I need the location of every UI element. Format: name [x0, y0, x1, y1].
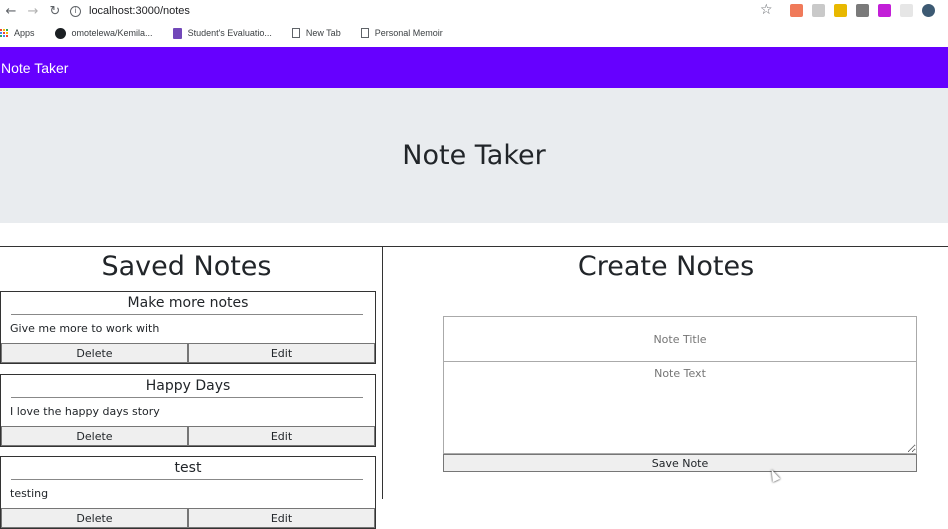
bookmark-evaluation[interactable]: Student's Evaluatio...	[172, 27, 272, 39]
bookmark-apps[interactable]: Apps	[0, 28, 35, 38]
note-title-input[interactable]	[443, 316, 917, 362]
delete-button[interactable]: Delete	[1, 426, 188, 446]
app-navbar: Note Taker	[0, 47, 948, 88]
note-title: Make more notes	[127, 295, 249, 311]
back-icon[interactable]: ←	[0, 0, 22, 22]
reload-icon[interactable]: ↻	[44, 0, 66, 22]
extension-icon[interactable]	[790, 4, 803, 17]
bookmark-label: Apps	[14, 28, 35, 38]
extension-icon[interactable]	[900, 4, 913, 17]
extension-icon[interactable]	[834, 4, 847, 17]
edit-button[interactable]: Edit	[188, 508, 375, 528]
page-title: Note Taker	[402, 140, 546, 171]
forms-icon	[172, 27, 182, 39]
browser-toolbar: ← → ↻ i localhost:3000/notes ☆	[0, 0, 948, 22]
note-text: I love the happy days story	[10, 405, 160, 418]
saved-notes-heading: Saved Notes	[101, 251, 272, 282]
page-icon	[291, 28, 300, 38]
note-card: Happy Days I love the happy days story D…	[0, 374, 376, 447]
jumbotron: Note Taker	[0, 88, 948, 223]
main-content: Saved Notes Make more notes Give me more…	[0, 246, 948, 529]
note-card: Make more notes Give me more to work wit…	[0, 291, 376, 364]
note-title: Happy Days	[145, 378, 231, 394]
info-icon[interactable]: i	[70, 5, 81, 17]
bookmark-star-icon[interactable]: ☆	[760, 2, 773, 18]
delete-button[interactable]: Delete	[1, 343, 188, 363]
bookmark-label: omotelewa/Kemila...	[71, 28, 153, 38]
extension-icon[interactable]	[856, 4, 869, 17]
bookmark-label: Personal Memoir	[374, 28, 443, 38]
page-icon	[360, 28, 369, 38]
forward-icon[interactable]: →	[22, 0, 44, 22]
bookmark-personal-memoir[interactable]: Personal Memoir	[360, 28, 443, 38]
bookmark-label: New Tab	[305, 28, 341, 38]
note-actions: Delete Edit	[1, 426, 375, 446]
address-bar[interactable]: i localhost:3000/notes	[70, 0, 790, 22]
save-note-button[interactable]: Save Note	[443, 454, 917, 472]
create-notes-column: Create Notes Save Note	[384, 247, 948, 499]
extension-icons	[790, 4, 935, 17]
note-title: test	[174, 460, 202, 476]
extension-icon[interactable]	[812, 4, 825, 17]
navbar-brand[interactable]: Note Taker	[1, 60, 68, 76]
saved-notes-column: Saved Notes Make more notes Give me more…	[0, 247, 383, 529]
bookmark-label: Student's Evaluatio...	[187, 28, 272, 38]
bookmark-new-tab[interactable]: New Tab	[291, 28, 341, 38]
create-note-form: Save Note	[443, 316, 917, 472]
edit-button[interactable]: Edit	[188, 426, 375, 446]
bookmarks-bar: Apps omotelewa/Kemila... Student's Evalu…	[0, 22, 948, 44]
github-icon	[54, 27, 66, 39]
note-actions: Delete Edit	[1, 508, 375, 528]
extension-icon[interactable]	[878, 4, 891, 17]
create-notes-heading: Create Notes	[577, 251, 755, 282]
note-text: Give me more to work with	[10, 322, 160, 335]
profile-avatar-icon[interactable]	[922, 4, 935, 17]
note-text: testing	[10, 487, 49, 500]
note-text-input[interactable]	[443, 362, 917, 454]
url-text[interactable]: localhost:3000/notes	[89, 5, 190, 17]
note-actions: Delete Edit	[1, 343, 375, 363]
bookmark-github[interactable]: omotelewa/Kemila...	[54, 27, 153, 39]
apps-grid-icon	[0, 29, 8, 37]
delete-button[interactable]: Delete	[1, 508, 188, 528]
edit-button[interactable]: Edit	[188, 343, 375, 363]
note-card: test testing Delete Edit	[0, 456, 376, 529]
